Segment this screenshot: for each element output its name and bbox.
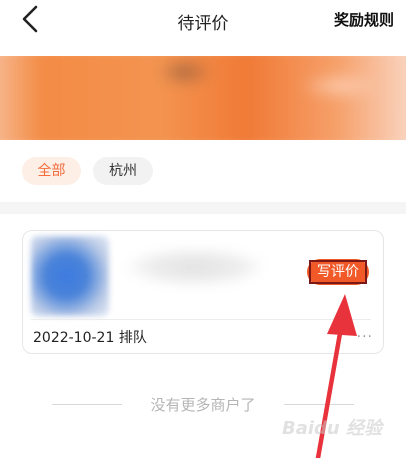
filter-chip-hangzhou[interactable]: 杭州	[93, 157, 153, 185]
watermark-logo: Baidu 经验	[281, 418, 382, 439]
filter-chip-all[interactable]: 全部	[22, 157, 81, 185]
merchant-name-blurred	[115, 241, 275, 299]
visit-info: 2022-10-21 排队	[33, 327, 147, 347]
end-of-list: 没有更多商户了	[0, 394, 406, 416]
reward-rules-link[interactable]: 奖励规则	[334, 9, 394, 30]
visit-date: 2022-10-21	[33, 330, 115, 346]
card-divider	[31, 319, 371, 320]
write-review-button[interactable]: 写评价	[307, 259, 369, 285]
queue-status: 排队	[118, 330, 147, 346]
merchant-card[interactable]: 写评价 2022-10-21 排队 ...	[22, 230, 384, 354]
promo-banner[interactable]	[0, 56, 406, 140]
more-options-icon[interactable]: ...	[357, 325, 373, 341]
merchant-thumbnail	[31, 236, 109, 316]
top-bar: 待评价 奖励规则	[0, 0, 406, 42]
banner-image-blurred	[0, 56, 406, 140]
section-divider	[0, 202, 406, 214]
end-line-right	[284, 404, 354, 405]
